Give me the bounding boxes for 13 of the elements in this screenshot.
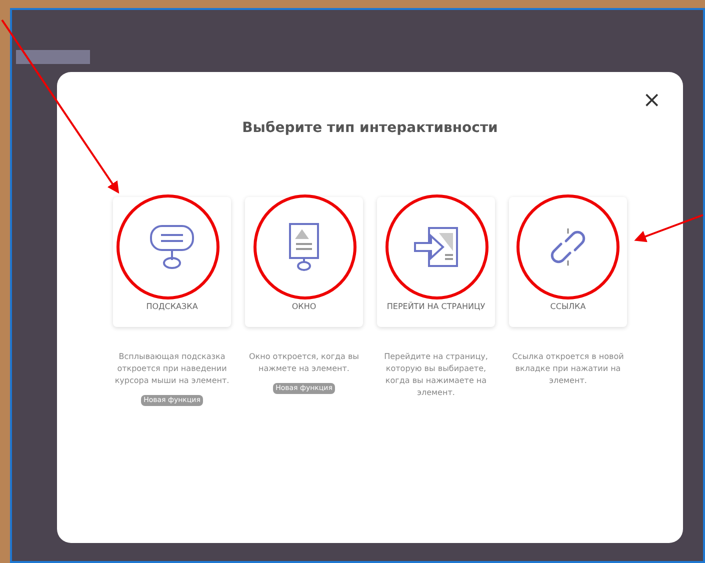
option-card[interactable]: ССЫЛКА [509, 197, 627, 327]
close-button[interactable]: × [642, 90, 661, 112]
option-description: Ссылка откроется в новой вкладке при нажатии на элемент. [511, 351, 625, 387]
enter-arrow-icon [411, 225, 461, 269]
dialog-title: Выберите тип интерактивности [242, 119, 498, 138]
option-description: Всплывающая подсказка откроется при наведении курсора мыши на элемент. [114, 351, 230, 387]
speech-bubble-icon [147, 222, 197, 272]
option-card[interactable]: ОКНО [245, 197, 363, 327]
option-card[interactable]: ПОДСКАЗКА [113, 197, 231, 327]
option-description: Окно откроется, когда вы нажмете на элемент. [248, 351, 360, 375]
option-description: Перейдите на страницу, которую вы выбираете, когда вы нажимаете на элемент. [383, 351, 489, 399]
annotation-arrow [634, 214, 704, 242]
option-card[interactable]: ПЕРЕЙТИ НА СТРАНИЦУ [377, 197, 495, 327]
